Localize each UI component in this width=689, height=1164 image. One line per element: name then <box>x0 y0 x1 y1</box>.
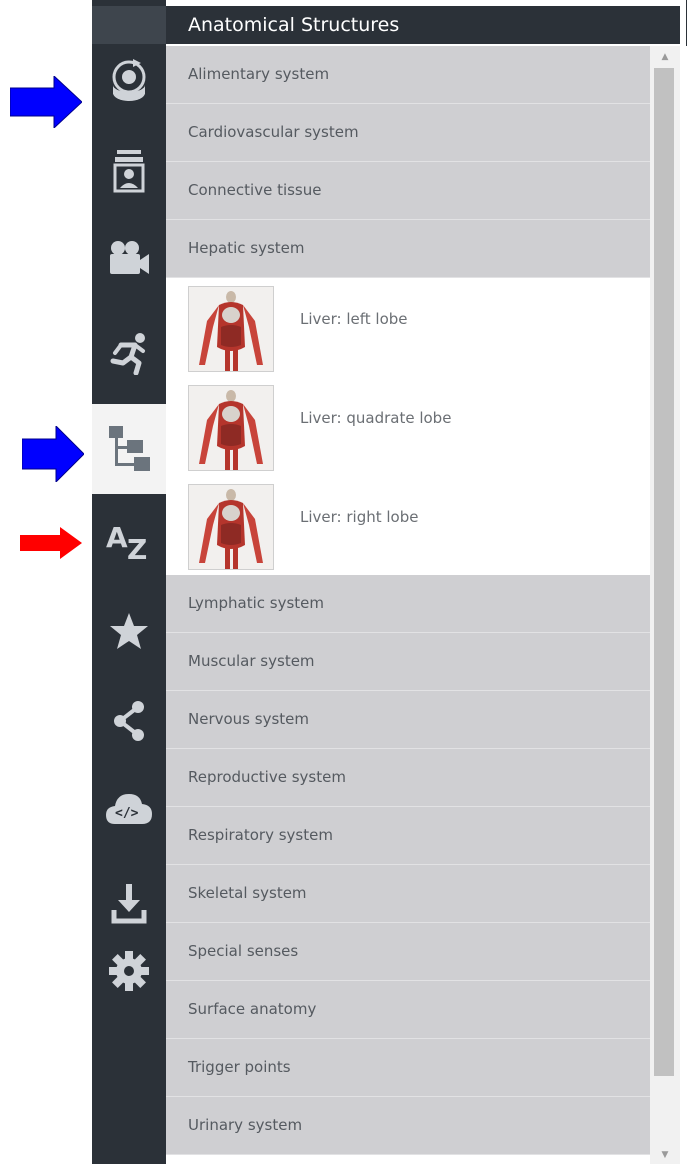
scroll-up-icon[interactable]: ▲ <box>650 48 680 66</box>
rotate-view-button[interactable] <box>92 44 166 120</box>
anatomy-thumbnail <box>188 385 274 471</box>
video-button[interactable] <box>92 214 166 300</box>
scroll-down-icon[interactable]: ▼ <box>650 1146 680 1164</box>
panel-title: Anatomical Structures <box>166 6 680 44</box>
sub-item-label: Liver: right lobe <box>300 508 419 526</box>
star-icon <box>109 612 149 650</box>
animation-button[interactable] <box>92 310 166 396</box>
list-item-alimentary[interactable]: Alimentary system <box>166 46 650 104</box>
list-item-cardiovascular[interactable]: Cardiovascular system <box>166 104 650 162</box>
sub-item-liver-right-lobe[interactable]: Liver: right lobe <box>166 476 650 575</box>
svg-text:Z: Z <box>127 533 147 561</box>
anatomy-thumbnail <box>188 484 274 570</box>
anatomy-thumbnail <box>188 286 274 372</box>
video-camera-icon <box>108 238 150 276</box>
cloud-code-icon: </> <box>105 790 153 828</box>
list-item-special-senses[interactable]: Special senses <box>166 923 650 981</box>
structures-tree-button[interactable] <box>92 404 166 494</box>
list-item-surface-anatomy[interactable]: Surface anatomy <box>166 981 650 1039</box>
blue-arrow-top <box>10 76 82 128</box>
share-button[interactable] <box>92 678 166 764</box>
share-icon <box>111 699 147 743</box>
header-edge-divider <box>686 0 687 46</box>
list-item-hepatic[interactable]: Hepatic system <box>166 220 650 278</box>
rotate-view-icon <box>107 57 151 107</box>
structures-panel: Anatomical Structures Alimentary system … <box>166 0 680 1164</box>
list-item-muscular[interactable]: Muscular system <box>166 633 650 691</box>
favorites-button[interactable] <box>92 588 166 674</box>
sub-item-liver-quadrate-lobe[interactable]: Liver: quadrate lobe <box>166 377 650 476</box>
running-figure-icon <box>109 331 149 375</box>
settings-button[interactable] <box>92 928 166 1014</box>
sidebar: A Z </> <box>92 0 166 1164</box>
list-item-connective-tissue[interactable]: Connective tissue <box>166 162 650 220</box>
download-icon <box>111 882 147 924</box>
list-item-urinary[interactable]: Urinary system <box>166 1097 650 1155</box>
list-item-lymphatic[interactable]: Lymphatic system <box>166 575 650 633</box>
sub-item-label: Liver: quadrate lobe <box>300 409 452 427</box>
person-id-icon <box>113 148 145 194</box>
list-item-nervous[interactable]: Nervous system <box>166 691 650 749</box>
a-z-icon: A Z <box>106 521 152 561</box>
structures-list: Alimentary system Cardiovascular system … <box>166 46 650 1155</box>
svg-text:A: A <box>106 521 128 554</box>
scrollbar-thumb[interactable] <box>654 68 674 1076</box>
scrollbar[interactable]: ▲ ▼ <box>650 46 680 1164</box>
embed-button[interactable]: </> <box>92 766 166 852</box>
gear-icon <box>108 950 150 992</box>
list-item-trigger-points[interactable]: Trigger points <box>166 1039 650 1097</box>
a-z-index-button[interactable]: A Z <box>92 498 166 584</box>
list-item-skeletal[interactable]: Skeletal system <box>166 865 650 923</box>
person-id-button[interactable] <box>92 128 166 214</box>
red-arrow <box>20 527 82 559</box>
sub-item-label: Liver: left lobe <box>300 310 408 328</box>
list-item-respiratory[interactable]: Respiratory system <box>166 807 650 865</box>
svg-text:</>: </> <box>115 806 139 821</box>
hierarchy-tree-icon <box>107 424 151 474</box>
blue-arrow-middle <box>22 426 84 482</box>
sub-item-liver-left-lobe[interactable]: Liver: left lobe <box>166 278 650 377</box>
list-item-reproductive[interactable]: Reproductive system <box>166 749 650 807</box>
sidebar-header-block <box>92 6 166 44</box>
